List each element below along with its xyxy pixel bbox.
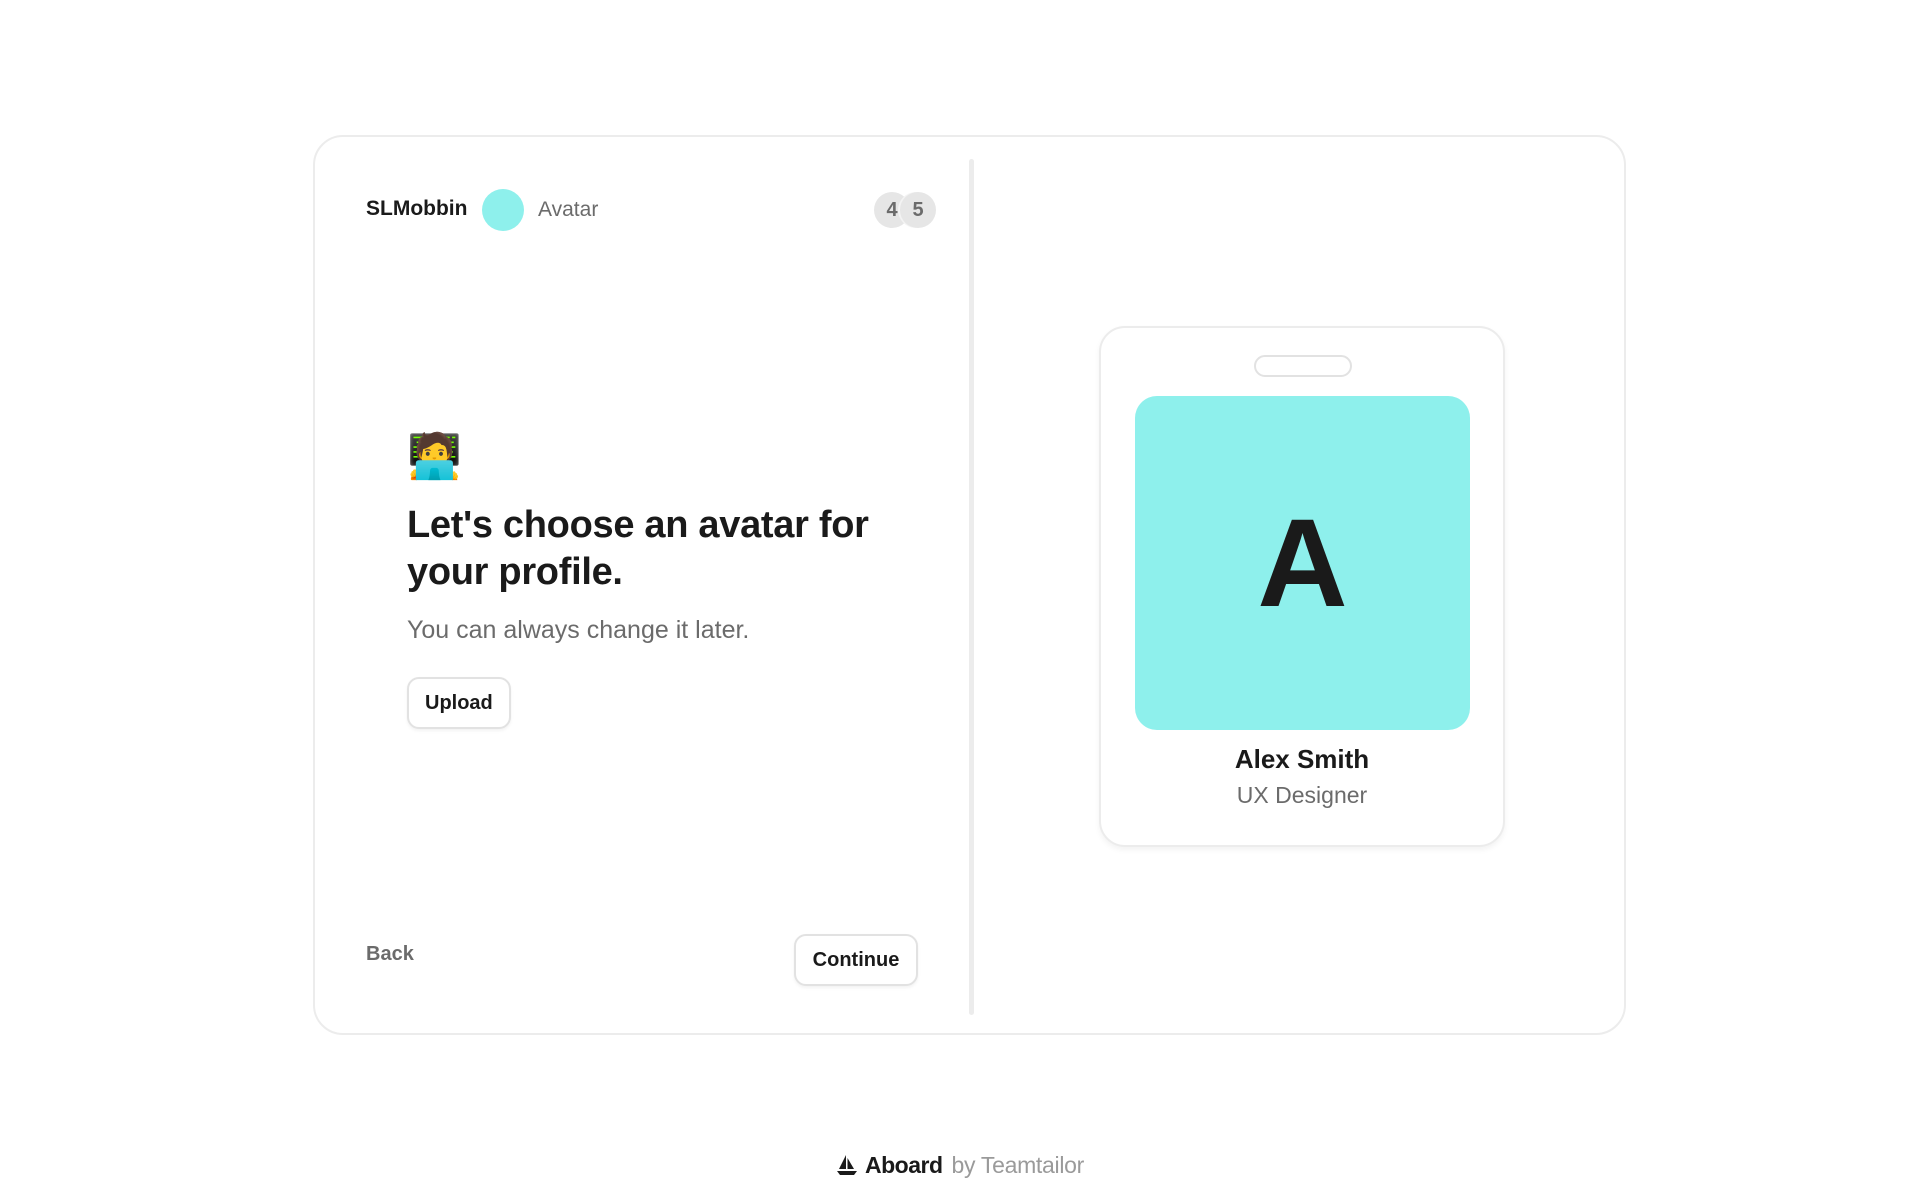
step-content: 🧑‍💻 Let's choose an avatar for your prof…: [407, 432, 907, 729]
badge-lanyard-slot: [1254, 355, 1352, 377]
technologist-emoji-icon: 🧑‍💻: [407, 432, 462, 481]
page-title: Let's choose an avatar for your profile.: [407, 504, 869, 593]
badge-role: UX Designer: [1236, 782, 1368, 808]
avatar-initial: A: [1257, 493, 1348, 633]
step-color-dot: [482, 189, 524, 231]
step-indicator: 4 5: [874, 192, 936, 228]
profile-badge-preview: A Alex Smith UX Designer: [1099, 326, 1505, 847]
column-divider: [969, 159, 974, 1015]
sailboat-icon: [837, 1155, 858, 1175]
footer-byline: by Teamtailor: [951, 1151, 1085, 1178]
avatar: A: [1135, 396, 1470, 730]
footer-brand: Aboard: [865, 1151, 943, 1178]
back-link[interactable]: Back: [366, 943, 414, 966]
step-total: 5: [900, 192, 936, 228]
footer: Aboard by Teamtailor: [0, 1150, 1920, 1180]
page-subtitle: You can always change it later.: [407, 616, 750, 644]
continue-button[interactable]: Continue: [794, 934, 918, 986]
onboarding-header: SLMobbin Avatar 4 5: [366, 189, 936, 231]
workspace-name: SLMobbin: [366, 197, 468, 220]
onboarding-card: SLMobbin Avatar 4 5 🧑‍💻 Let's choose an …: [313, 135, 1626, 1035]
badge-name: Alex Smith: [1234, 744, 1370, 774]
step-title: Avatar: [538, 198, 599, 221]
upload-button[interactable]: Upload: [407, 677, 511, 729]
